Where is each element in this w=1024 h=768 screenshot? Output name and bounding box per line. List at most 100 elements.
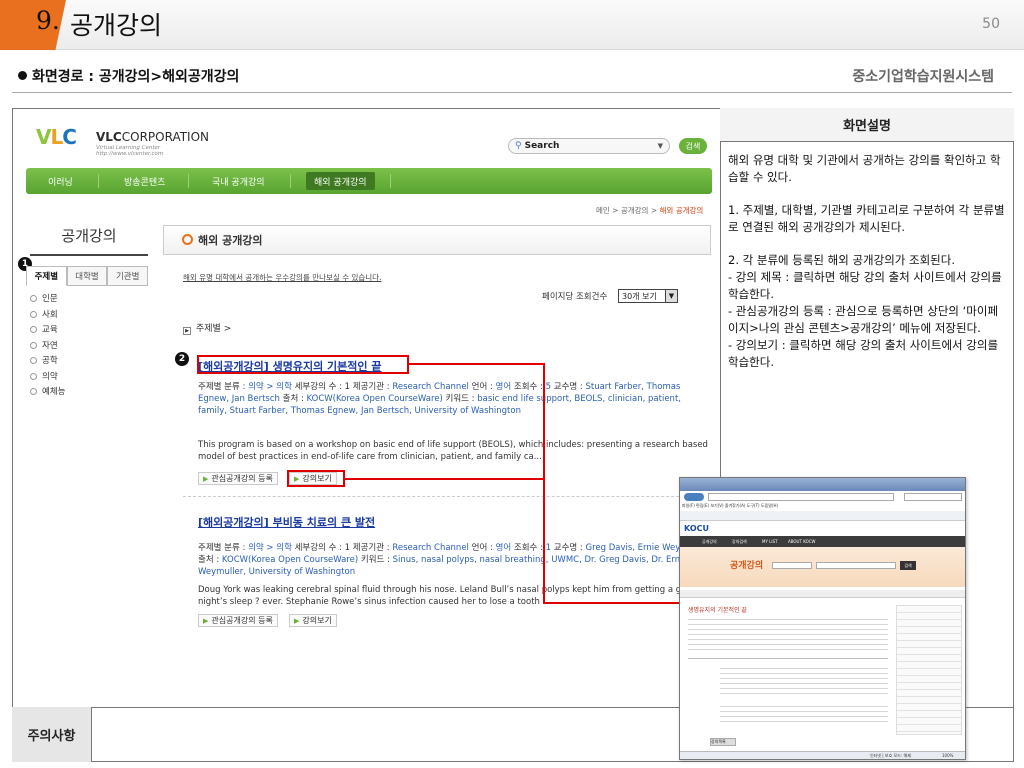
search-input[interactable]: ⚲ Search ▼	[508, 138, 670, 154]
kocw-lecture-list	[720, 702, 888, 724]
kocw-search-input[interactable]	[816, 562, 896, 569]
kocw-right-panel	[896, 605, 962, 735]
section-title: 공개강의	[70, 11, 163, 40]
search-button[interactable]: 검색	[679, 138, 707, 154]
vlc-logo-subtitle: Virtual Learning Center http://www.vlcent…	[96, 145, 164, 157]
back-icon[interactable]	[684, 493, 704, 501]
sidebar-category-list: 인문 사회 교육 자연 공학 의약 예체능	[30, 292, 65, 401]
annotation-connector	[409, 363, 545, 365]
view-lecture-button[interactable]: ▶ 강의보기	[289, 614, 337, 627]
sidebar-item-society[interactable]: 사회	[30, 308, 65, 324]
add-favorite-button[interactable]: ▶ 관심공개강의 등록	[198, 472, 278, 485]
description-point-1: 1. 주제별, 대학별, 기관별 카테고리로 구분하여 각 분류별로 연결된 해…	[728, 203, 1005, 234]
category-path: ▶ 주제별 >	[183, 321, 231, 335]
description-header: 화면설명	[720, 108, 1014, 141]
kocw-lecture-info	[688, 615, 888, 651]
content-title: 해외 공개강의	[198, 234, 263, 247]
browser-statusbar	[680, 751, 965, 759]
kocw-select[interactable]	[772, 562, 812, 569]
address-bar[interactable]	[708, 493, 894, 501]
per-page-select[interactable]: 30개 보기 ▼	[618, 289, 678, 303]
sidebar-item-nature[interactable]: 자연	[30, 339, 65, 355]
favorites-bar	[680, 511, 965, 521]
nav-item-broadcast[interactable]: 방송콘텐츠	[124, 168, 165, 194]
sidebar-title: 공개강의	[61, 227, 117, 245]
sidebar-tabs: 주제별 대학별 기관별	[26, 266, 149, 286]
kocw-logo[interactable]: KOCU	[684, 524, 709, 533]
frame-divider	[720, 141, 1014, 142]
kocw-browser-screenshot: 파일(F) 편집(E) 보기(V) 즐겨찾기(A) 도구(T) 도움말(H) K…	[679, 477, 966, 760]
sidebar-item-humanities[interactable]: 인문	[30, 292, 65, 308]
browser-menubar: 파일(F) 편집(E) 보기(V) 즐겨찾기(A) 도구(T) 도움말(H)	[682, 503, 779, 508]
system-name: 중소기업학습지원시스템	[852, 69, 994, 85]
sidebar-item-engineering[interactable]: 공학	[30, 354, 65, 370]
page-number: 50	[982, 16, 1000, 32]
arrow-right-icon: ▶	[203, 616, 209, 625]
lecture-meta: 주제별 분류 : 의약 > 의학 세부강의 수 : 1 제공기관 : Resea…	[198, 382, 681, 416]
content-intro: 해외 유명 대학에서 공개하는 우수강의를 만나보실 수 있습니다.	[183, 273, 382, 282]
lecture-title-link[interactable]: [해외공개강의] 부비동 치료의 큰 발전	[198, 514, 375, 530]
lecture-abstract: Doug York was leaking cerebral spinal fl…	[198, 585, 697, 607]
nav-separator	[290, 174, 291, 188]
annotation-connector	[345, 478, 545, 480]
tab-institution[interactable]: 기관별	[107, 266, 149, 286]
browser-titlebar	[680, 478, 965, 491]
nav-separator	[188, 174, 189, 188]
sidebar-rule	[30, 254, 148, 256]
screen-path: 화면경로 : 공개강의>해외공개강의	[18, 66, 239, 86]
nav-separator	[390, 174, 391, 188]
chevron-down-icon[interactable]: ▼	[658, 142, 663, 150]
screen-path-text: 화면경로 : 공개강의>해외공개강의	[32, 69, 240, 85]
add-favorite-button[interactable]: ▶ 관심공개강의 등록	[198, 614, 278, 627]
nav-item-elearning[interactable]: 이러닝	[48, 168, 73, 194]
vlc-logo-text[interactable]: VLCCORPORATION	[96, 130, 209, 144]
browser-zoom: 100%	[942, 753, 954, 758]
per-page-label: 페이지당 조회건수	[542, 292, 608, 302]
lecture-abstract: This program is based on a workshop on b…	[198, 440, 708, 462]
bullet-icon	[18, 71, 27, 80]
breadcrumb: 메인 > 공개강의 > 해외 공개강의	[596, 206, 704, 215]
description-body: 해외 유명 대학 및 기관에서 공개하는 강의를 확인하고 학습할 수 있다. …	[728, 152, 1008, 371]
kocw-list-button[interactable]: 강의목록	[710, 738, 736, 746]
annotation-connector	[543, 363, 545, 603]
divider	[688, 658, 888, 659]
kocw-lecture-title: 생명유지의 기본적인 끝	[688, 607, 748, 614]
nav-item-domestic[interactable]: 국내 공개강의	[212, 168, 265, 194]
item-divider	[183, 496, 709, 497]
notes-header: 주의사항	[12, 707, 92, 762]
lecture-meta: 주제별 분류 : 의약 > 의학 세부강의 수 : 1 제공기관 : Resea…	[198, 543, 708, 577]
sidebar-item-education[interactable]: 교육	[30, 323, 65, 339]
description-point-2a: - 강의 제목 : 클릭하면 해당 강의 출처 사이트에서 강의를 학습한다.	[728, 270, 1002, 301]
annotation-highlight-view	[287, 470, 345, 487]
kocw-nav-item[interactable]: 강의검색	[732, 539, 747, 545]
sidebar-item-arts[interactable]: 예체능	[30, 385, 65, 401]
arrow-right-icon: ▶	[203, 474, 209, 483]
description-point-2b: - 관심공개강의 등록 : 관심으로 등록하면 상단의 ‘마이페이지>나의 관심…	[728, 304, 999, 335]
description-summary: 해외 유명 대학 및 기관에서 공개하는 강의를 확인하고 학습할 수 있다.	[728, 153, 1001, 184]
kocw-nav-item[interactable]: 공개강의	[702, 539, 717, 545]
nav-item-overseas[interactable]: 해외 공개강의	[306, 172, 375, 190]
expand-icon[interactable]: ▶	[183, 327, 191, 335]
tab-university[interactable]: 대학별	[66, 266, 108, 286]
vlc-logo-mark[interactable]: VLC	[36, 125, 77, 149]
chevron-down-icon[interactable]: ▼	[665, 290, 677, 302]
kocw-nav-item[interactable]: ABOUT KOCW	[788, 539, 816, 544]
tab-subject[interactable]: 주제별	[26, 266, 67, 286]
search-placeholder: Search	[524, 141, 560, 151]
arrow-right-icon: ▶	[294, 616, 300, 625]
nav-separator	[98, 174, 99, 188]
kocw-nav-item[interactable]: MY LIST	[762, 539, 778, 544]
sidebar-item-medicine[interactable]: 의약	[30, 370, 65, 386]
header-rule	[12, 92, 1012, 93]
description-point-2c: - 강의보기 : 클릭하면 해당 강의 출처 사이트에서 강의를 학습한다.	[728, 338, 999, 369]
annotation-connector	[543, 602, 681, 604]
kocw-search-button[interactable]: 검색	[900, 561, 916, 570]
section-number: 9.	[36, 6, 60, 35]
browser-search-input[interactable]	[904, 493, 962, 501]
annotation-highlight-title	[197, 355, 409, 374]
kocw-lecture-desc	[720, 664, 888, 694]
kocw-tabbar	[680, 590, 965, 598]
kocw-banner-title: 공개강의	[730, 561, 764, 571]
kocw-nav	[680, 536, 965, 547]
browser-status-text: 인터넷 | 보호 모드: 해제	[870, 753, 911, 758]
